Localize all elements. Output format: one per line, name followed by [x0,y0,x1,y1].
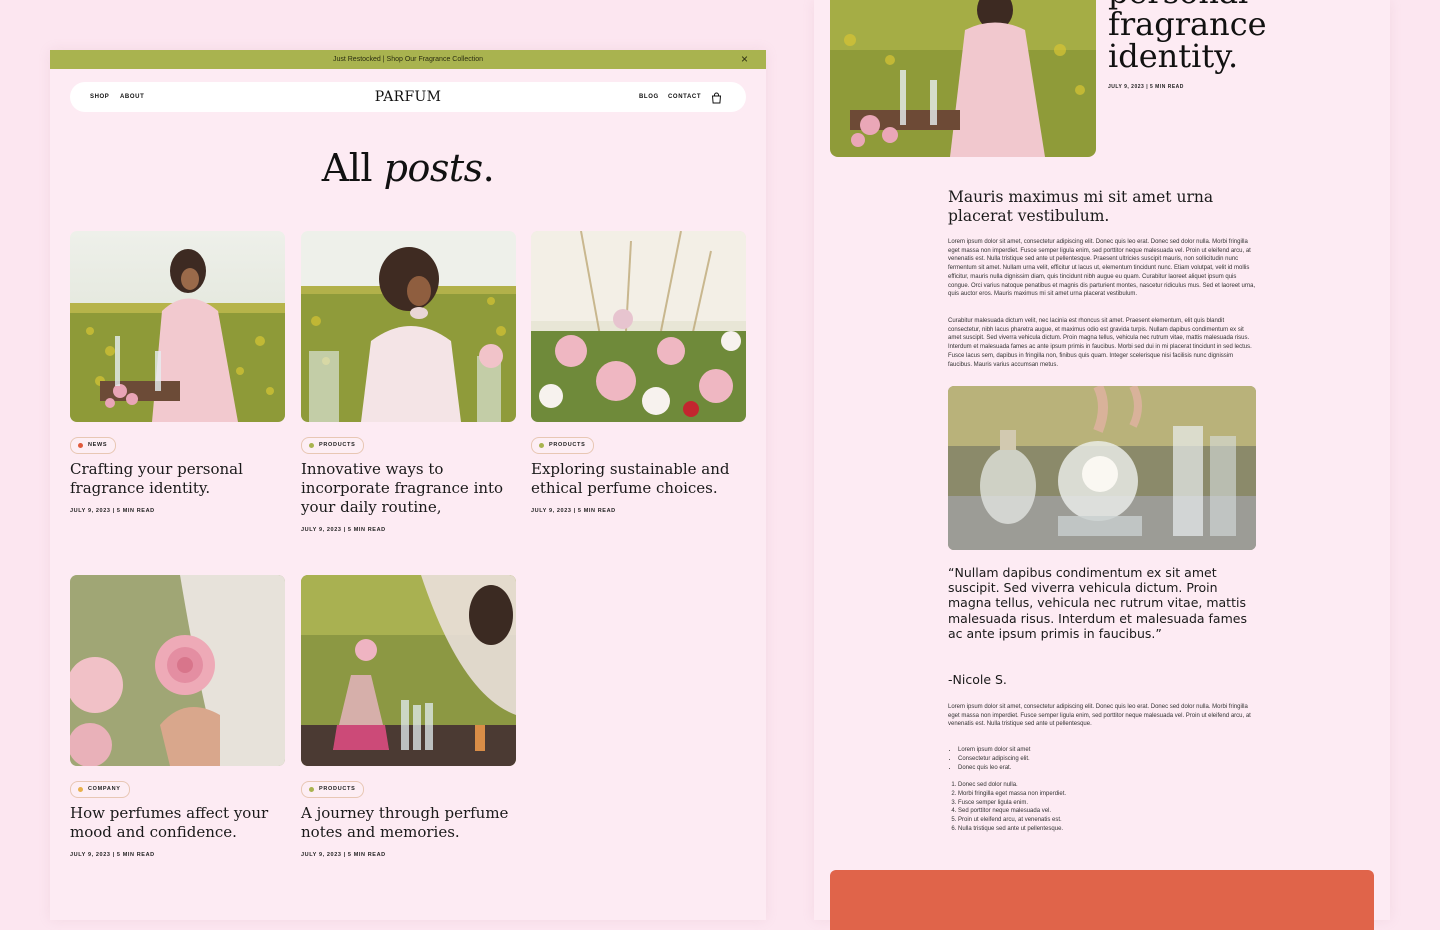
post-title[interactable]: How perfumes affect your mood and confid… [70,804,282,842]
shopping-bag-icon[interactable] [711,91,722,104]
nav-blog-link[interactable]: BLOG [639,82,659,112]
article-paragraph: Lorem ipsum dolor sit amet, consectetur … [948,704,1251,728]
post-date: JULY 9, 2023 | 5 MIN READ [531,508,616,514]
post-title[interactable]: A journey through perfume notes and memo… [301,804,513,842]
post-date: JULY 9, 2023 | 5 MIN READ [301,852,386,858]
category-tag[interactable]: PRODUCTS [301,781,365,798]
category-tag[interactable]: NEWS [70,437,117,454]
post-date: JULY 9, 2023 | 5 MIN READ [301,527,386,533]
post-image-woman-in-field[interactable] [70,231,285,422]
article-date: JULY 9, 2023 | 5 MIN READ [1108,84,1184,90]
list-item: Lorem ipsum dolor sit amet [958,746,1030,755]
post-date: JULY 9, 2023 | 5 MIN READ [70,508,155,514]
article-paragraph: Lorem ipsum dolor sit amet, consectetur … [948,239,1256,298]
post-image-flower-arrangement[interactable] [531,231,746,422]
article-title: personal fragrance identity. [1108,0,1267,75]
post-title[interactable]: Crafting your personal fragrance identit… [70,460,282,498]
list-item: Nulla tristique sed ante ut pellentesque… [958,825,1066,834]
list-item: Proin ut eleifend arcu, at venenatis est… [958,816,1066,825]
category-tag[interactable]: PRODUCTS [301,437,365,454]
list-item: Sed porttitor neque malesuada vel. [958,807,1066,816]
blog-index-panel: Just Restocked | Shop Our Fragrance Coll… [50,50,766,920]
post-image-woman-smelling-perfume[interactable] [301,231,516,422]
list-item: Morbi fringilla eget massa non imperdiet… [958,790,1066,799]
nav-contact-link[interactable]: CONTACT [668,82,701,112]
list-item: Fusce semper ligula enim. [958,799,1066,808]
footer-cta-bar [830,870,1374,930]
post-image-perfume-making[interactable] [301,575,516,766]
page-title: All posts. [321,146,495,190]
post-title[interactable]: Innovative ways to incorporate fragrance… [301,460,513,517]
main-nav: SHOP ABOUT PARFUM BLOG CONTACT [70,82,746,112]
article-subheading: Mauris maximus mi sit amet urna placerat… [948,188,1214,225]
bullet-list: Lorem ipsum dolor sit ametConsectetur ad… [948,746,1030,772]
article-hero-image [830,0,1096,157]
article-quote: “Nullam dapibus condimentum ex sit amet … [948,565,1247,641]
category-tag[interactable]: COMPANY [70,781,130,798]
announcement-text[interactable]: Just Restocked | Shop Our Fragrance Coll… [50,50,766,69]
post-date: JULY 9, 2023 | 5 MIN READ [70,852,155,858]
list-item: Consectetur adipiscing elit. [958,755,1030,764]
close-icon[interactable]: × [741,50,748,69]
post-title[interactable]: Exploring sustainable and ethical perfum… [531,460,743,498]
quote-author: -Nicole S. [948,672,1007,687]
list-item: Donec sed dolor nulla. [958,781,1066,790]
article-perfume-bottles-image [948,386,1256,550]
article-paragraph: Curabitur malesuada dictum velit, nec la… [948,318,1252,368]
numbered-list: Donec sed dolor nulla.Morbi fringilla eg… [948,781,1066,834]
list-item: Donec quis leo erat. [958,764,1030,773]
article-panel: personal fragrance identity. JULY 9, 202… [814,0,1390,930]
post-image-hand-holding-rose[interactable] [70,575,285,766]
announcement-bar: Just Restocked | Shop Our Fragrance Coll… [50,50,766,69]
category-tag[interactable]: PRODUCTS [531,437,595,454]
